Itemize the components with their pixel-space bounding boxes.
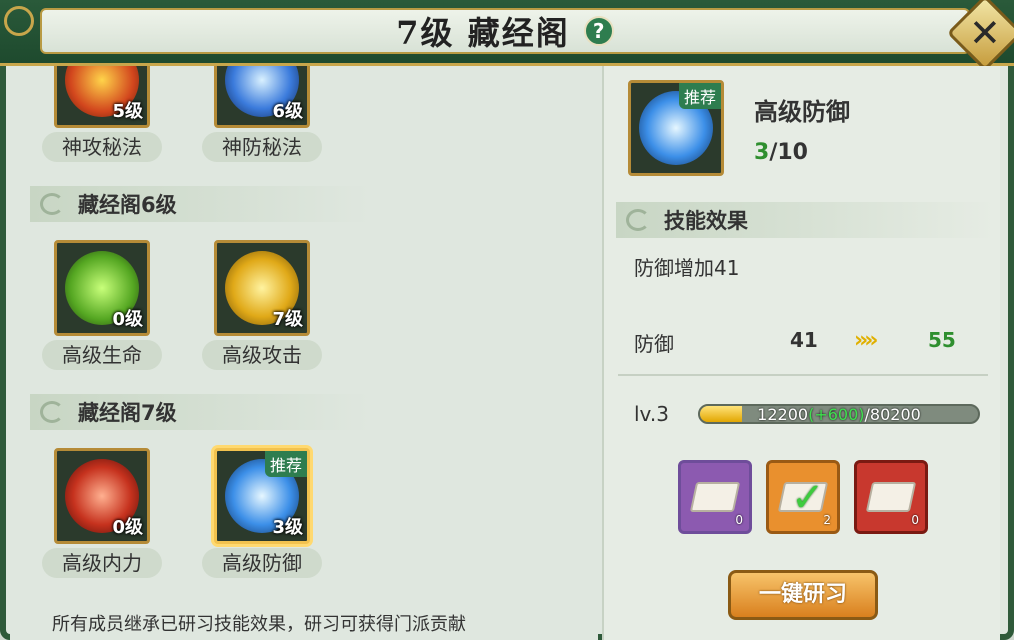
one-click-study-button[interactable]: 一键研习 xyxy=(728,570,878,620)
skill-shengong[interactable]: 5级 神攻秘法 xyxy=(42,66,162,162)
window-title: 7级 藏经阁 xyxy=(396,14,570,52)
section-title: 藏经阁7级 xyxy=(78,401,177,425)
item-count: 0 xyxy=(911,513,919,527)
detail-skill-name: 高级防御 xyxy=(754,98,850,126)
exp-total: /80200 xyxy=(864,405,921,424)
item-count: 2 xyxy=(823,513,831,527)
stat-next: 55 xyxy=(928,328,956,352)
swirl-icon xyxy=(40,193,64,215)
corner-ornament xyxy=(4,6,34,36)
skill-level: 0级 xyxy=(112,517,143,538)
progress-total: /10 xyxy=(769,140,808,165)
detail-progress: 3/10 xyxy=(754,140,808,165)
exp-text: 12200(+600)/80200 xyxy=(700,405,978,424)
skill-level: 7级 xyxy=(272,309,303,330)
skill-icon: 7级 xyxy=(214,240,310,336)
skill-list-panel[interactable]: 5级 神攻秘法 6级 神防秘法 藏经阁6级 0级 高级生命 7级 高级攻击 藏经… xyxy=(10,66,598,640)
footnote-text: 所有成员继承已研习技能效果，研习可获得门派贡献 xyxy=(52,614,466,635)
divider xyxy=(618,374,988,376)
skill-level-label: lv.3 xyxy=(634,402,669,426)
skill-shenfang[interactable]: 6级 神防秘法 xyxy=(202,66,322,162)
swirl-icon xyxy=(626,209,650,231)
orange-book-item[interactable]: ✓ 2 xyxy=(766,460,840,534)
help-icon[interactable]: ? xyxy=(583,16,614,46)
recommend-badge: 推荐 xyxy=(264,451,307,477)
skill-gaojineili[interactable]: 0级 高级内力 xyxy=(42,448,162,578)
purple-book-item[interactable]: 0 xyxy=(678,460,752,534)
skill-detail-panel: 推荐 高级防御 3/10 技能效果 防御增加41 防御 41 »» 55 lv.… xyxy=(602,66,1000,640)
effect-section-header: 技能效果 xyxy=(616,202,996,238)
close-icon: ✕ xyxy=(969,11,1001,55)
book-icon xyxy=(865,482,917,512)
recommend-badge: 推荐 xyxy=(678,83,721,109)
title-bar: 7级 藏经阁 ? ✕ xyxy=(0,0,1014,72)
skill-gaojigongji[interactable]: 7级 高级攻击 xyxy=(202,240,322,370)
skill-name: 神攻秘法 xyxy=(42,132,162,162)
skill-gaojishengming[interactable]: 0级 高级生命 xyxy=(42,240,162,370)
progress-current: 3 xyxy=(754,140,770,165)
section-header: 藏经阁6级 xyxy=(30,186,370,222)
skill-icon: 0级 xyxy=(54,240,150,336)
skill-icon: 0级 xyxy=(54,448,150,544)
detail-skill-icon: 推荐 xyxy=(628,80,724,176)
swirl-icon xyxy=(40,401,64,423)
skill-level: 0级 xyxy=(112,309,143,330)
skill-name: 高级防御 xyxy=(202,548,322,578)
exp-bonus: (+600) xyxy=(808,405,865,424)
title-box: 7级 藏经阁 ? xyxy=(40,8,970,54)
check-icon: ✓ xyxy=(791,475,825,521)
double-arrow-icon: »» xyxy=(854,328,879,353)
skill-level: 6级 xyxy=(272,101,303,122)
skill-icon: 6级 xyxy=(214,66,310,128)
item-count: 0 xyxy=(735,513,743,527)
skill-name: 高级生命 xyxy=(42,340,162,370)
skill-level: 3级 xyxy=(272,517,303,538)
section-header: 藏经阁7级 xyxy=(30,394,370,430)
skill-icon: 推荐 3级 xyxy=(214,448,310,544)
exp-current: 12200 xyxy=(757,405,809,424)
section-title: 藏经阁6级 xyxy=(78,193,177,217)
book-icon xyxy=(689,482,741,512)
skill-name: 神防秘法 xyxy=(202,132,322,162)
stat-current: 41 xyxy=(790,328,818,352)
stat-name: 防御 xyxy=(634,332,674,356)
skill-name: 高级内力 xyxy=(42,548,162,578)
skill-name: 高级攻击 xyxy=(202,340,322,370)
red-book-item[interactable]: 0 xyxy=(854,460,928,534)
exp-bar: 12200(+600)/80200 xyxy=(698,404,980,424)
skill-level: 5级 xyxy=(112,101,143,122)
effect-description: 防御增加41 xyxy=(634,256,740,280)
skill-icon: 5级 xyxy=(54,66,150,128)
skill-gaojifangyu[interactable]: 推荐 3级 高级防御 xyxy=(202,448,322,578)
section-title: 技能效果 xyxy=(664,209,748,233)
